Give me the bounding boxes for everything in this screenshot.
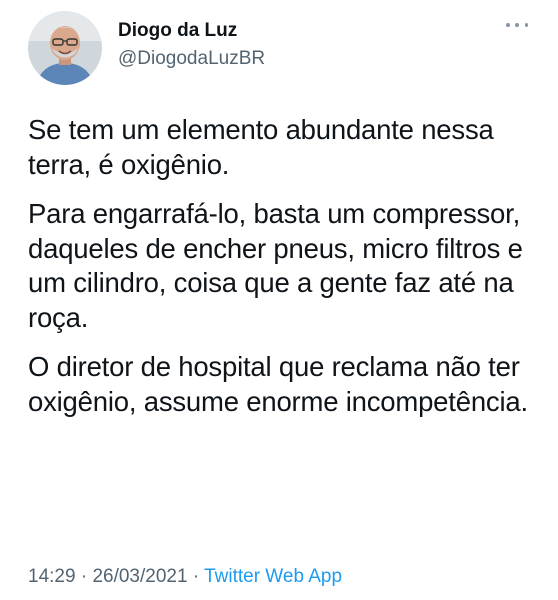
author-names: Diogo da Luz @DiogodaLuzBR xyxy=(118,19,265,71)
tweet-date[interactable]: 26/03/2021 xyxy=(92,566,187,587)
tweet-time[interactable]: 14:29 xyxy=(28,566,76,587)
tweet-paragraph: Para engarrafá-lo, basta um compressor, … xyxy=(28,198,523,333)
tweet-meta: 14:29 · 26/03/2021 · Twitter Web App xyxy=(28,565,342,589)
more-dot xyxy=(524,23,528,27)
tweet-header: Diogo da Luz @DiogodaLuzBR xyxy=(28,11,538,87)
meta-separator: · xyxy=(187,566,205,587)
tweet-paragraph: O diretor de hospital que reclama não te… xyxy=(28,351,528,417)
tweet-source-link[interactable]: Twitter Web App xyxy=(204,566,342,587)
profile-photo-icon xyxy=(28,11,102,85)
author-handle[interactable]: @DiogodaLuzBR xyxy=(118,47,265,71)
more-dot xyxy=(506,23,510,27)
author-display-name[interactable]: Diogo da Luz xyxy=(118,19,265,43)
more-dot xyxy=(515,23,519,27)
more-options-icon[interactable] xyxy=(506,19,528,31)
meta-separator: · xyxy=(75,566,93,587)
tweet-text: Se tem um elemento abundante nessa terra… xyxy=(28,113,543,434)
tweet-card: Diogo da Luz @DiogodaLuzBR Se tem um ele… xyxy=(0,0,558,600)
tweet-paragraph: Se tem um elemento abundante nessa terra… xyxy=(28,114,494,180)
avatar[interactable] xyxy=(28,11,102,85)
